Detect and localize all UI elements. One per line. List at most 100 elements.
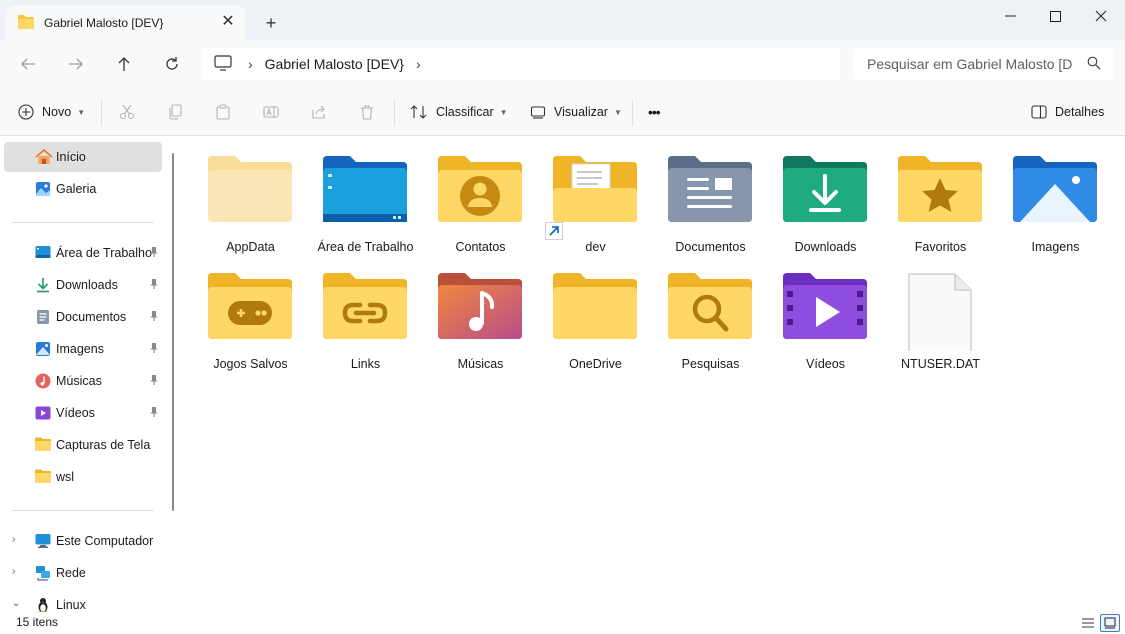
folder-item-downloads[interactable]: Downloads [768, 136, 868, 254]
folder-item-appdata[interactable]: AppData [193, 136, 293, 254]
tab-current[interactable]: Gabriel Malosto [DEV} ✕ [6, 6, 246, 40]
new-button-label: Novo [42, 105, 72, 119]
folder-item-favorites[interactable]: Favoritos [883, 136, 983, 254]
folder-item-dev[interactable]: dev [538, 136, 638, 254]
item-label: AppData [226, 240, 275, 254]
search-icon[interactable] [1087, 56, 1101, 73]
folder-item-videos[interactable]: Vídeos [768, 253, 868, 371]
search-placeholder: Pesquisar em Gabriel Malosto [D [867, 56, 1072, 72]
music-folder-icon [438, 273, 522, 339]
folder-item-music[interactable]: Músicas [423, 253, 523, 371]
share-button[interactable] [311, 100, 327, 124]
videos-folder-icon [783, 273, 867, 339]
view-button[interactable]: Visualizar ▼ [530, 100, 622, 124]
sidebar-scrollbar[interactable] [172, 153, 174, 511]
paste-button[interactable] [215, 100, 231, 124]
list-view-icon [1082, 618, 1094, 628]
chevron-down-icon[interactable]: ⌄ [12, 598, 20, 609]
close-window-button[interactable] [1078, 0, 1124, 32]
sidebar-item-label: Galeria [56, 182, 97, 196]
contacts-folder-icon [438, 156, 522, 222]
sidebar-item-screenshots[interactable]: Capturas de Tela [4, 430, 162, 460]
item-label: dev [585, 240, 606, 254]
sidebar-item-network[interactable]: › Rede [4, 558, 162, 588]
pin-icon[interactable] [148, 310, 160, 325]
sidebar-item-downloads[interactable]: Downloads [4, 270, 162, 300]
pin-icon[interactable] [148, 278, 160, 293]
pin-icon[interactable] [148, 406, 160, 421]
sidebar-item-music[interactable]: Músicas [4, 366, 162, 396]
sidebar-item-documents[interactable]: Documentos [4, 302, 162, 332]
tab-close-button[interactable]: ✕ [220, 14, 236, 30]
sort-button[interactable]: Classificar ▼ [410, 100, 508, 124]
folder-item-saved-games[interactable]: Jogos Salvos [193, 253, 293, 371]
folder-item-searches[interactable]: Pesquisas [653, 253, 753, 371]
address-bar[interactable]: › Gabriel Malosto [DEV} › [202, 48, 840, 80]
chevron-right-icon[interactable]: › [12, 566, 15, 577]
appdata-folder-icon [208, 156, 292, 222]
folder-item-desktop[interactable]: Área de Trabalho [308, 136, 413, 254]
share-icon [312, 105, 325, 119]
details-pane-icon [1031, 105, 1047, 119]
sidebar-item-gallery[interactable]: Galeria [4, 174, 162, 204]
home-icon [35, 148, 53, 165]
folder-item-onedrive[interactable]: OneDrive [538, 253, 638, 371]
chevron-right-icon: › [248, 56, 253, 72]
pin-icon[interactable] [148, 374, 160, 389]
view-button-label: Visualizar [554, 105, 608, 119]
maximize-icon [1049, 10, 1061, 22]
more-options-button[interactable]: ••• [648, 100, 661, 124]
favorites-folder-icon [898, 156, 982, 222]
sidebar-item-home[interactable]: Início [4, 142, 162, 172]
up-button[interactable] [110, 50, 138, 78]
item-count: 15 itens [16, 615, 59, 629]
search-input[interactable]: Pesquisar em Gabriel Malosto [D [853, 48, 1113, 80]
cut-button[interactable] [119, 100, 135, 124]
gallery-icon [35, 181, 51, 197]
new-button[interactable]: Novo ▼ [18, 100, 85, 124]
details-view-button[interactable] [1078, 614, 1098, 632]
tiles-view-button[interactable] [1100, 614, 1120, 632]
details-button[interactable]: Detalhes [1031, 100, 1104, 124]
delete-button[interactable] [359, 100, 375, 124]
sidebar-item-wsl[interactable]: wsl [4, 462, 162, 492]
minimize-button[interactable] [987, 0, 1033, 32]
file-icon [908, 273, 972, 351]
folder-item-pictures[interactable]: Imagens [998, 136, 1098, 254]
rename-button[interactable] [263, 100, 279, 124]
maximize-button[interactable] [1032, 0, 1078, 32]
forward-button[interactable] [62, 50, 90, 78]
computer-icon [214, 54, 232, 74]
pin-icon[interactable] [148, 246, 160, 261]
refresh-button[interactable] [158, 50, 186, 78]
folder-item-documents[interactable]: Documentos [653, 136, 753, 254]
sidebar-item-this-pc[interactable]: › Este Computador [4, 526, 162, 556]
sidebar-item-label: Capturas de Tela [56, 438, 151, 452]
item-label: NTUSER.DAT [901, 357, 980, 371]
folder-item-contacts[interactable]: Contatos [423, 136, 523, 254]
sort-button-label: Classificar [436, 105, 494, 119]
documents-folder-icon [668, 156, 752, 222]
sidebar-item-pictures[interactable]: Imagens [4, 334, 162, 364]
chevron-right-icon[interactable]: › [416, 56, 421, 72]
sidebar-item-videos[interactable]: Vídeos [4, 398, 162, 428]
sort-icon [410, 105, 427, 119]
back-button[interactable] [14, 50, 42, 78]
file-item-ntuser[interactable]: NTUSER.DAT [883, 253, 983, 371]
plus-circle-icon [18, 104, 34, 120]
sidebar-item-label: Músicas [56, 374, 102, 388]
arrow-up-icon [118, 57, 130, 71]
onedrive-folder-icon [553, 273, 637, 339]
pin-icon[interactable] [148, 342, 160, 357]
chevron-right-icon[interactable]: › [12, 534, 15, 545]
new-tab-button[interactable]: + [260, 12, 282, 34]
sidebar-item-desktop[interactable]: Área de Trabalho [4, 238, 162, 268]
breadcrumb-item[interactable]: Gabriel Malosto [DEV} [265, 56, 404, 72]
copy-button[interactable] [167, 100, 183, 124]
folder-item-links[interactable]: Links [308, 253, 408, 371]
saved-games-folder-icon [208, 273, 292, 339]
divider [101, 100, 102, 126]
linux-icon [35, 597, 51, 613]
scissors-icon [119, 104, 135, 120]
sidebar-item-label: Área de Trabalho [56, 246, 152, 260]
